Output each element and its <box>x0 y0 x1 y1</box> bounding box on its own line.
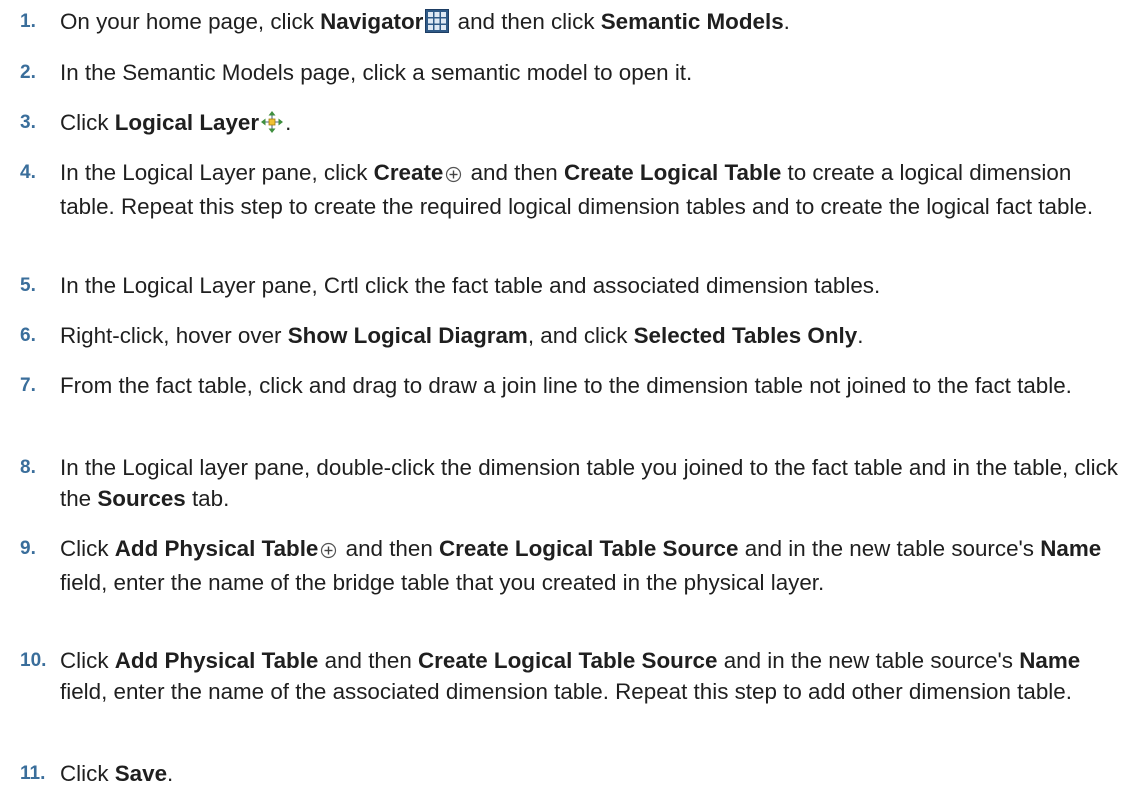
step-text-segment: Click <box>60 536 115 561</box>
step-number: 8. <box>20 457 36 478</box>
step-9: 9. Click Add Physical Table and then Crea… <box>0 533 1120 598</box>
step-number: 5. <box>20 275 36 296</box>
step-text-segment: In the Logical Layer pane, Crtl click th… <box>60 273 881 298</box>
step-2: 2. In the Semantic Models page, click a s… <box>0 57 1120 88</box>
step-text: In the Semantic Models page, click a sem… <box>60 57 1120 88</box>
ui-term: Create <box>373 160 444 185</box>
step-text-segment: and in the new table source's <box>717 648 1020 673</box>
step-number: 2. <box>20 62 36 83</box>
ui-term: Create Logical Table Source <box>439 536 739 561</box>
step-text: Click Save. <box>60 758 1120 789</box>
ui-term: Logical Layer <box>114 110 260 135</box>
step-text: In the Logical layer pane, double-click … <box>60 452 1120 514</box>
step-text-segment: Right-click, hover over <box>60 323 288 348</box>
step-8: 8. In the Logical layer pane, double-clic… <box>0 452 1120 514</box>
step-number: 9. <box>20 538 36 559</box>
step-text-segment: field, enter the name of the associated … <box>60 679 1072 704</box>
instruction-steps: 1. On your home page, click Navigator and… <box>0 0 1142 786</box>
step-text-segment: tab. <box>185 486 230 511</box>
ui-term: Create Logical Table Source <box>418 648 718 673</box>
ui-term: Show Logical Diagram <box>287 323 528 348</box>
step-text: From the fact table, click and drag to d… <box>60 370 1120 401</box>
step-number: 7. <box>20 375 36 396</box>
step-text: Click Add Physical Table and then Create… <box>60 533 1120 598</box>
step-text: Click Logical Layer. <box>60 107 1120 141</box>
step-text: In the Logical Layer pane, Crtl click th… <box>60 270 1120 301</box>
step-5: 5. In the Logical Layer pane, Crtl click … <box>0 270 1120 301</box>
step-3: 3. Click Logical Layer. <box>0 107 1120 141</box>
step-number: 10. <box>20 650 47 671</box>
step-6: 6. Right-click, hover over Show Logical D… <box>0 320 1120 351</box>
step-text-segment: Click <box>60 110 115 135</box>
ui-term: Navigator <box>320 9 424 34</box>
step-text-segment: Click <box>60 761 115 786</box>
step-text-segment: In the Logical Layer pane, click <box>60 160 374 185</box>
step-text-segment: and then <box>339 536 439 561</box>
step-text-segment: On your home page, click <box>60 9 321 34</box>
step-text-segment: . <box>783 9 790 34</box>
step-text-segment: and in the new table source's <box>738 536 1041 561</box>
step-text: Click Add Physical Table and then Create… <box>60 645 1120 707</box>
step-number: 1. <box>20 11 36 32</box>
step-text-segment: From the fact table, click and drag to d… <box>60 373 1072 398</box>
step-text: Right-click, hover over Show Logical Dia… <box>60 320 1120 351</box>
step-text: On your home page, click Navigator and t… <box>60 6 1120 40</box>
logical-layer-move-icon <box>261 110 284 141</box>
step-number: 11. <box>20 763 46 784</box>
step-text-segment: , and click <box>527 323 634 348</box>
ui-term: Semantic Models <box>600 9 784 34</box>
step-text-segment: and then click <box>451 9 601 34</box>
step-text-segment: and then <box>464 160 564 185</box>
ui-term: Name <box>1040 536 1102 561</box>
navigator-grid-icon <box>425 9 450 40</box>
create-plus-circle-icon <box>445 160 462 191</box>
ui-term: Name <box>1019 648 1081 673</box>
step-text-segment: . <box>857 323 864 348</box>
step-4: 4. In the Logical Layer pane, click Creat… <box>0 157 1120 222</box>
step-text-segment: In the Semantic Models page, click a sem… <box>60 60 693 85</box>
ui-term: Add Physical Table <box>114 536 319 561</box>
step-text-segment: Click <box>60 648 115 673</box>
step-number: 4. <box>20 162 36 183</box>
ui-term: Save <box>114 761 168 786</box>
step-number: 3. <box>20 112 36 133</box>
ui-term: Create Logical Table <box>563 160 782 185</box>
step-11: 11. Click Save. <box>0 758 1120 789</box>
ui-term: Selected Tables Only <box>633 323 858 348</box>
step-number: 6. <box>20 325 36 346</box>
step-text-segment: field, enter the name of the bridge tabl… <box>60 570 825 595</box>
add-plus-circle-icon <box>320 536 337 567</box>
step-text-segment: . <box>285 110 292 135</box>
step-text-segment: . <box>167 761 174 786</box>
step-7: 7. From the fact table, click and drag to… <box>0 370 1120 401</box>
ui-term: Add Physical Table <box>114 648 319 673</box>
step-10: 10. Click Add Physical Table and then Cre… <box>0 645 1120 707</box>
step-text: In the Logical Layer pane, click Create … <box>60 157 1120 222</box>
ui-term: Sources <box>97 486 186 511</box>
step-1: 1. On your home page, click Navigator and… <box>0 6 1120 40</box>
step-text-segment: and then <box>318 648 418 673</box>
